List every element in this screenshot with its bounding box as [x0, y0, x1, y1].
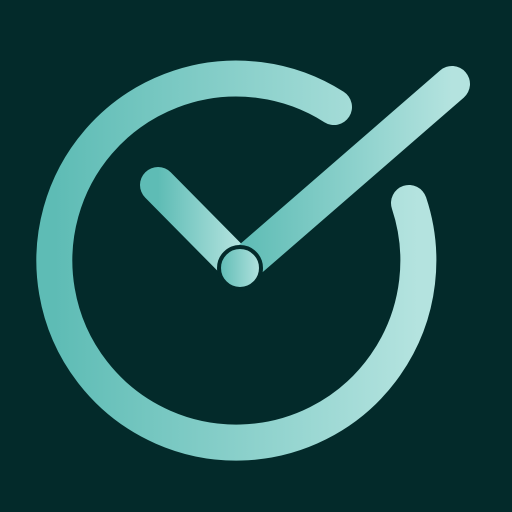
clock-center-pivot: [217, 245, 263, 291]
clock-check-icon: [0, 0, 512, 512]
